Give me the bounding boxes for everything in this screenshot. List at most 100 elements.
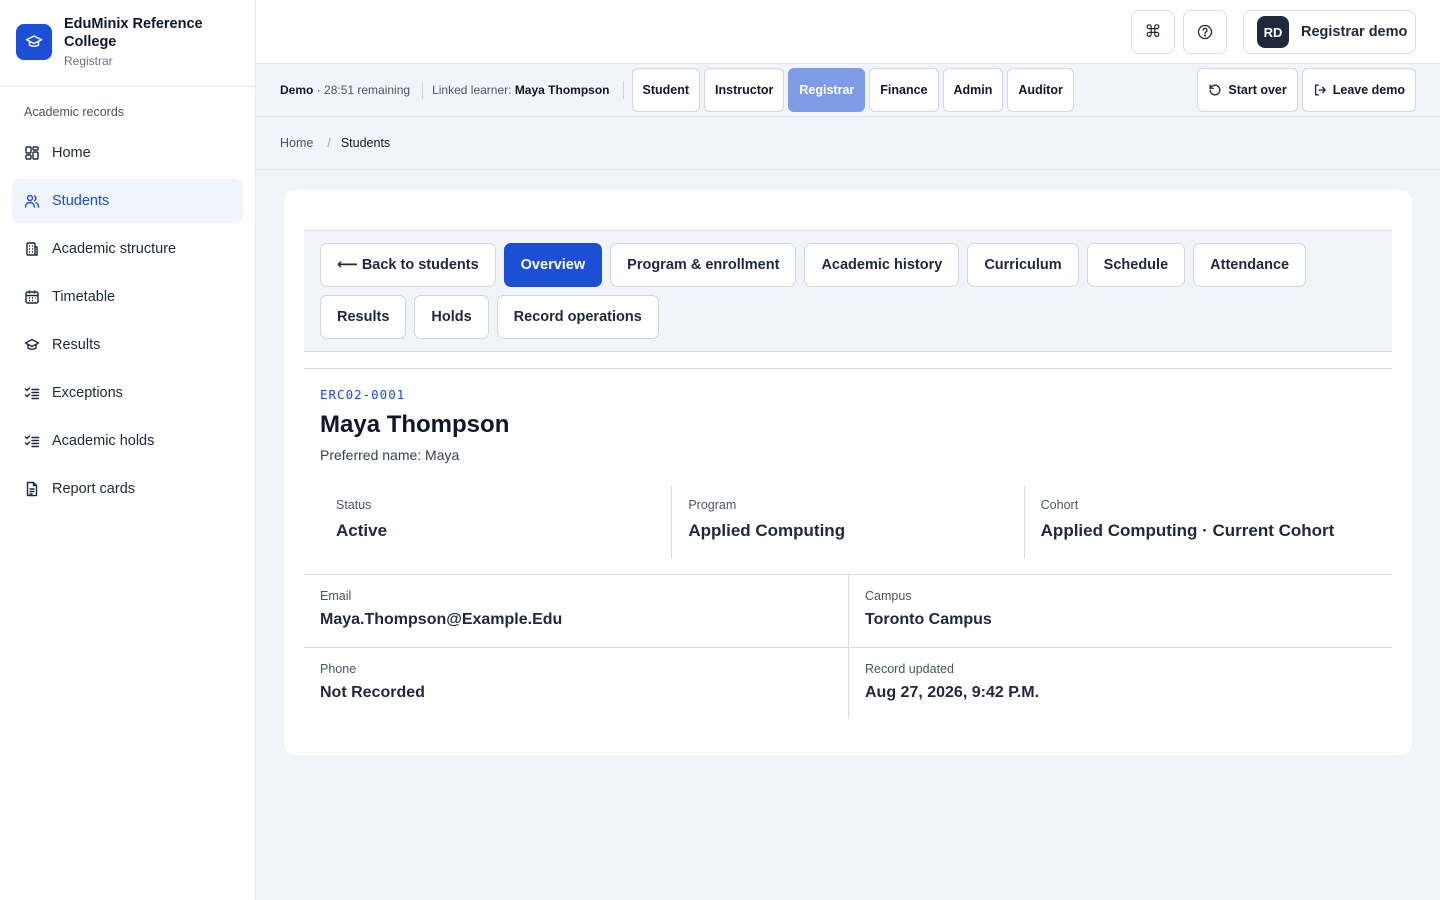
breadcrumb-separator: / <box>327 136 331 150</box>
sidebar-item-label: Academic holds <box>52 433 155 449</box>
brand-header: EduMinix Reference College Registrar <box>0 0 255 87</box>
detail-row: Email Maya.Thompson@Example.Edu Campus T… <box>304 575 1392 647</box>
top-bar: ⌘ RD Registrar demo <box>256 0 1440 64</box>
stat-value: Active <box>336 521 388 540</box>
record-header: ERC02-0001 Maya Thompson Preferred name:… <box>304 368 1392 463</box>
sidebar-item-label: Exceptions <box>52 385 123 401</box>
tab-program-enrollment[interactable]: Program & enrollment <box>610 243 797 287</box>
student-name: Maya Thompson <box>320 411 510 438</box>
role-button-registrar[interactable]: Registrar <box>788 68 866 112</box>
role-button-instructor[interactable]: Instructor <box>704 68 785 112</box>
brand-role: Registrar <box>64 54 113 68</box>
student-id: ERC02-0001 <box>320 387 406 402</box>
demo-status: Demo · 28:51 remaining <box>280 83 411 97</box>
demo-actions: Start over Leave demo <box>1193 68 1416 112</box>
sidebar-item-timetable[interactable]: Timetable <box>12 275 243 319</box>
nav-section-title: Academic records <box>24 105 125 119</box>
sidebar-item-academic-holds[interactable]: Academic holds <box>12 419 243 463</box>
role-button-student[interactable]: Student <box>631 68 701 112</box>
cohort-stat: Cohort Applied Computing · Current Cohor… <box>1023 486 1376 558</box>
sidebar-item-academic-structure[interactable]: Academic structure <box>12 227 243 271</box>
role-button-auditor[interactable]: Auditor <box>1007 68 1074 112</box>
sidebar-item-exceptions[interactable]: Exceptions <box>12 371 243 415</box>
sidebar-item-label: Report cards <box>52 481 136 497</box>
tab-attendance[interactable]: Attendance <box>1193 243 1307 287</box>
detail-value: Maya.Thompson@Example.Edu <box>320 611 563 628</box>
document-icon <box>26 481 38 497</box>
help-button[interactable] <box>1183 10 1227 54</box>
status-stat: Status Active <box>320 486 671 558</box>
users-icon <box>24 194 40 208</box>
user-menu-button[interactable]: RD Registrar demo <box>1243 10 1416 54</box>
logout-icon <box>1314 84 1326 96</box>
tab-holds[interactable]: Holds <box>414 295 489 339</box>
demo-bar: Demo · 28:51 remaining Linked learner: M… <box>256 64 1440 117</box>
sidebar-item-label: Timetable <box>52 289 116 305</box>
preferred-name: Preferred name: Maya <box>320 447 460 463</box>
sidebar-item-students[interactable]: Students <box>12 179 243 223</box>
user-name: Registrar demo <box>1301 24 1408 40</box>
start-over-label: Start over <box>1228 83 1287 97</box>
divider <box>422 81 424 99</box>
detail-value: Toronto Campus <box>865 611 992 628</box>
help-icon <box>1197 24 1213 40</box>
role-button-admin[interactable]: Admin <box>942 68 1004 112</box>
tab-schedule[interactable]: Schedule <box>1086 243 1186 287</box>
record-summary: Status Active Program Applied Computing … <box>320 486 1376 558</box>
leave-demo-button[interactable]: Leave demo <box>1301 68 1416 112</box>
tab-academic-history[interactable]: Academic history <box>804 243 960 287</box>
command-palette-button[interactable]: ⌘ <box>1131 10 1175 54</box>
sidebar: EduMinix Reference College Registrar Aca… <box>0 0 256 900</box>
detail-value: Aug 27, 2026, 9:42 P.M. <box>865 684 1040 701</box>
checklist-icon <box>24 387 40 400</box>
program-stat: Program Applied Computing <box>671 486 1023 558</box>
tab-curriculum[interactable]: Curriculum <box>967 243 1079 287</box>
detail-label: Email <box>320 589 352 603</box>
breadcrumb-current: Students <box>340 136 391 150</box>
role-button-finance[interactable]: Finance <box>869 68 939 112</box>
graduation-cap-icon <box>24 338 40 350</box>
detail-row: Phone Not Recorded Record updated Aug 27… <box>304 647 1392 719</box>
sidebar-nav: Home Students Academic structure Timetab… <box>0 131 255 511</box>
email-detail: Email Maya.Thompson@Example.Edu <box>304 575 848 647</box>
start-over-button[interactable]: Start over <box>1197 68 1298 112</box>
brand-name: EduMinix Reference College <box>64 16 203 50</box>
sidebar-item-home[interactable]: Home <box>12 131 243 175</box>
stat-value: Applied Computing · Current Cohort <box>1040 521 1335 540</box>
sidebar-item-results[interactable]: Results <box>12 323 243 367</box>
divider <box>622 81 624 99</box>
sidebar-item-label: Academic structure <box>52 241 177 257</box>
sidebar-item-label: Students <box>52 193 110 209</box>
breadcrumb-home[interactable]: Home <box>280 136 313 150</box>
tab-overview[interactable]: Overview <box>503 243 603 287</box>
sidebar-item-label: Home <box>52 145 91 161</box>
stat-label: Status <box>336 498 372 512</box>
tab-results[interactable]: Results <box>320 295 407 339</box>
stat-value: Applied Computing <box>688 521 846 540</box>
detail-label: Campus <box>865 589 912 603</box>
stat-label: Program <box>688 498 737 512</box>
detail-label: Record updated <box>865 662 954 676</box>
leave-demo-label: Leave demo <box>1332 83 1405 97</box>
detail-value: Not Recorded <box>320 684 425 701</box>
tab-record-operations[interactable]: Record operations <box>496 295 659 339</box>
dashboard-icon <box>25 146 39 160</box>
reset-icon <box>1209 84 1221 96</box>
record-details: Email Maya.Thompson@Example.Edu Campus T… <box>304 574 1392 719</box>
record-updated-detail: Record updated Aug 27, 2026, 9:42 P.M. <box>848 648 1392 719</box>
building-icon <box>26 242 38 256</box>
checklist-icon <box>24 435 40 448</box>
stat-label: Cohort <box>1040 498 1079 512</box>
avatar: RD <box>1257 16 1289 48</box>
graduation-cap-logo-icon <box>16 24 52 60</box>
sidebar-item-report-cards[interactable]: Report cards <box>12 467 243 511</box>
command-icon: ⌘ <box>1144 22 1162 42</box>
sidebar-item-label: Results <box>52 337 101 353</box>
calendar-icon <box>25 290 39 304</box>
detail-label: Phone <box>320 662 357 676</box>
student-record-card: ⟵ Back to students Overview Program & en… <box>284 190 1412 755</box>
breadcrumb: Home / Students <box>256 117 1440 170</box>
back-to-students-button[interactable]: ⟵ Back to students <box>320 243 496 287</box>
phone-detail: Phone Not Recorded <box>304 648 848 719</box>
campus-detail: Campus Toronto Campus <box>848 575 1392 647</box>
